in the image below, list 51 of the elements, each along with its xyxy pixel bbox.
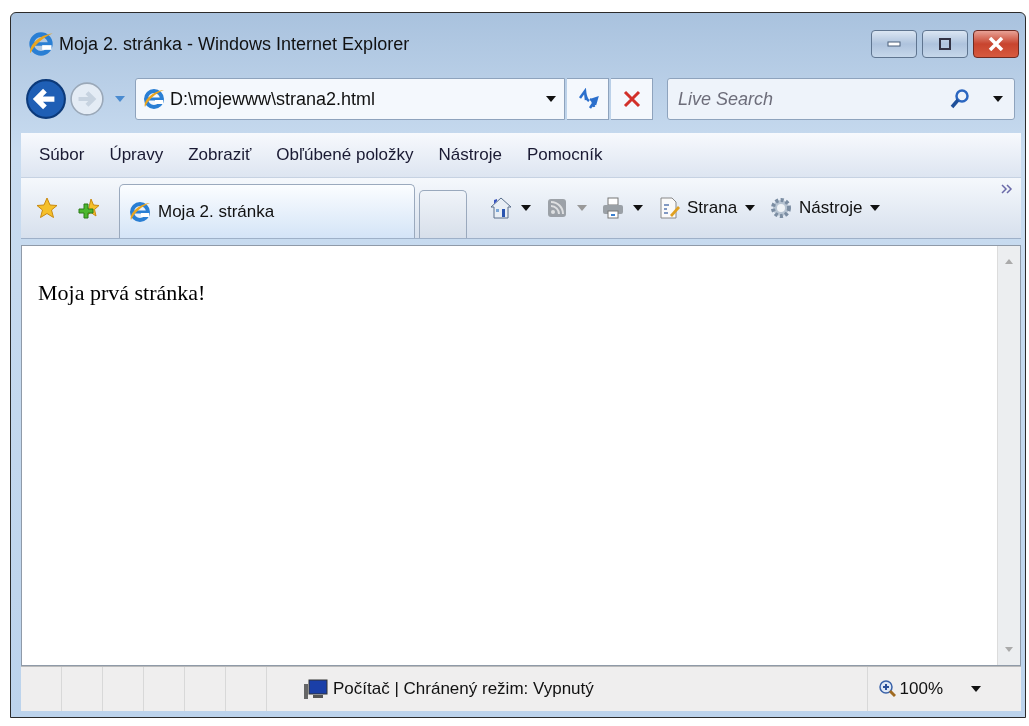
caret-icon xyxy=(971,686,981,692)
history-dropdown-icon[interactable] xyxy=(115,96,125,102)
address-field[interactable]: D:\mojewww\strana2.html xyxy=(135,78,565,120)
menu-item[interactable]: Pomocník xyxy=(526,145,603,165)
window-title: Moja 2. stránka - Windows Internet Explorer xyxy=(59,33,410,55)
gear-icon xyxy=(769,196,794,220)
maximize-button[interactable] xyxy=(922,30,968,58)
menu-item[interactable]: Súbor xyxy=(39,145,85,165)
minimize-button[interactable] xyxy=(871,30,917,58)
caret-icon xyxy=(870,205,881,211)
menu-item[interactable]: Nástroje xyxy=(438,145,502,165)
menu-item[interactable]: Obľúbené položky xyxy=(276,145,414,165)
page-text: Moja prvá stránka! xyxy=(38,280,207,306)
security-zone-text: Počítač | Chránený režim: Vypnutý xyxy=(333,679,594,699)
page-logo-icon xyxy=(142,87,166,111)
search-icon[interactable] xyxy=(949,88,971,110)
browser-logo-icon xyxy=(27,30,55,58)
caret-icon xyxy=(577,205,587,211)
close-icon xyxy=(988,37,1004,51)
computer-icon xyxy=(303,678,329,700)
refresh-icon xyxy=(576,88,599,110)
caret-icon[interactable] xyxy=(546,96,556,102)
star-icon[interactable] xyxy=(35,196,59,220)
page-command[interactable]: Strana xyxy=(657,196,756,220)
home-icon xyxy=(489,196,513,220)
close-button[interactable] xyxy=(973,30,1019,58)
stop-icon xyxy=(622,90,641,108)
page-logo-icon xyxy=(128,199,152,224)
caret-icon xyxy=(745,205,756,211)
caret-icon xyxy=(521,205,531,211)
printer-icon xyxy=(601,196,625,220)
tools-command[interactable]: Nástroje xyxy=(769,196,881,220)
home-command[interactable] xyxy=(489,196,531,220)
stop-button[interactable] xyxy=(611,78,653,120)
page-icon xyxy=(657,196,681,220)
maximize-icon xyxy=(939,38,951,50)
zoom-control[interactable]: 100% xyxy=(866,667,1021,711)
search-field[interactable]: Live Search xyxy=(667,78,1015,120)
menu-item[interactable]: Úpravy xyxy=(109,145,164,165)
caret-icon xyxy=(633,205,643,211)
refresh-button[interactable] xyxy=(567,78,609,120)
print-command[interactable] xyxy=(601,196,643,220)
caret-icon[interactable] xyxy=(993,96,1003,102)
add-favorite-icon[interactable] xyxy=(77,196,101,220)
menu-item[interactable]: Zobraziť xyxy=(188,145,252,165)
feed-icon xyxy=(545,196,569,220)
back-button[interactable] xyxy=(25,78,67,120)
chevron-icon[interactable] xyxy=(1001,184,1013,194)
minimize-icon xyxy=(887,41,901,47)
zoom-icon xyxy=(877,680,896,698)
browser-tab[interactable]: Moja 2. stránka xyxy=(119,184,415,238)
